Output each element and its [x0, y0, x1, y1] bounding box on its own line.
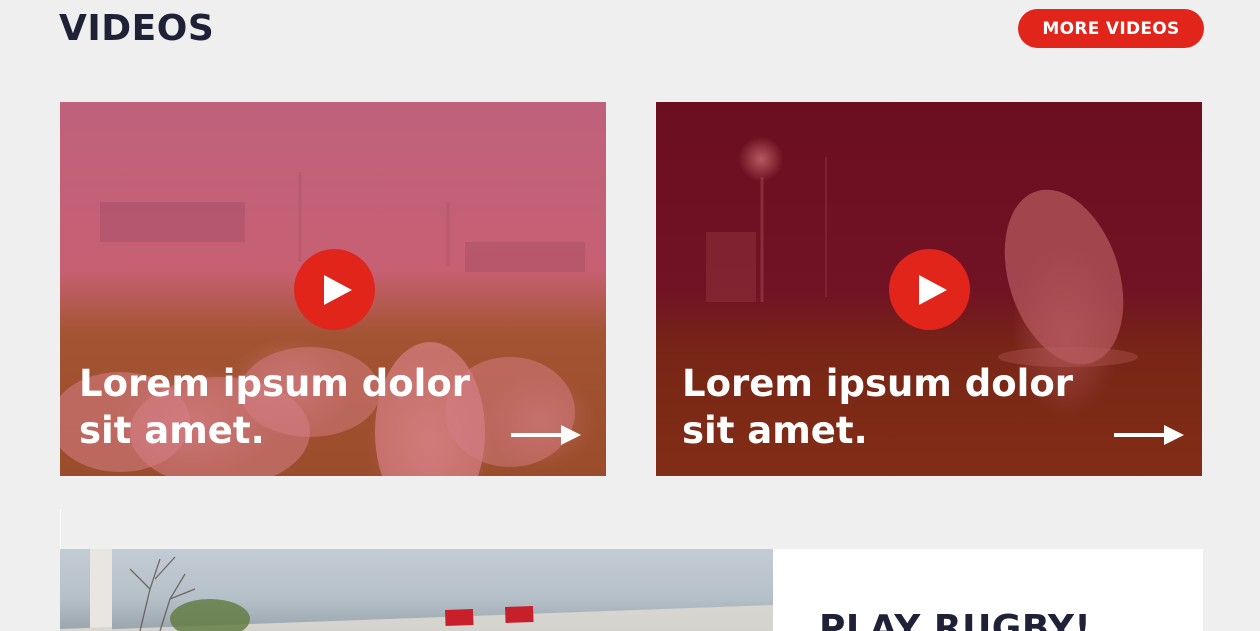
play-button[interactable]	[294, 249, 375, 330]
play-icon	[918, 274, 947, 305]
video-card[interactable]: Lorem ipsum dolor sit amet.	[656, 102, 1202, 476]
rugby-goalpost-photo	[60, 549, 773, 631]
promo-title: PLAY RUGBY!	[819, 608, 1092, 631]
play-icon	[323, 274, 352, 305]
more-videos-button[interactable]: MORE VIDEOS	[1018, 9, 1204, 48]
promo-panel: PLAY RUGBY!	[773, 549, 1203, 631]
section-divider	[60, 509, 61, 549]
video-card-title: Lorem ipsum dolor sit amet.	[682, 362, 1073, 452]
video-card-title: Lorem ipsum dolor sit amet.	[79, 362, 470, 452]
arrow-right-icon[interactable]	[1114, 422, 1184, 448]
video-card[interactable]: Lorem ipsum dolor sit amet.	[60, 102, 606, 476]
section-title: VIDEOS	[59, 8, 215, 49]
play-button[interactable]	[889, 249, 970, 330]
arrow-right-icon[interactable]	[511, 422, 581, 448]
